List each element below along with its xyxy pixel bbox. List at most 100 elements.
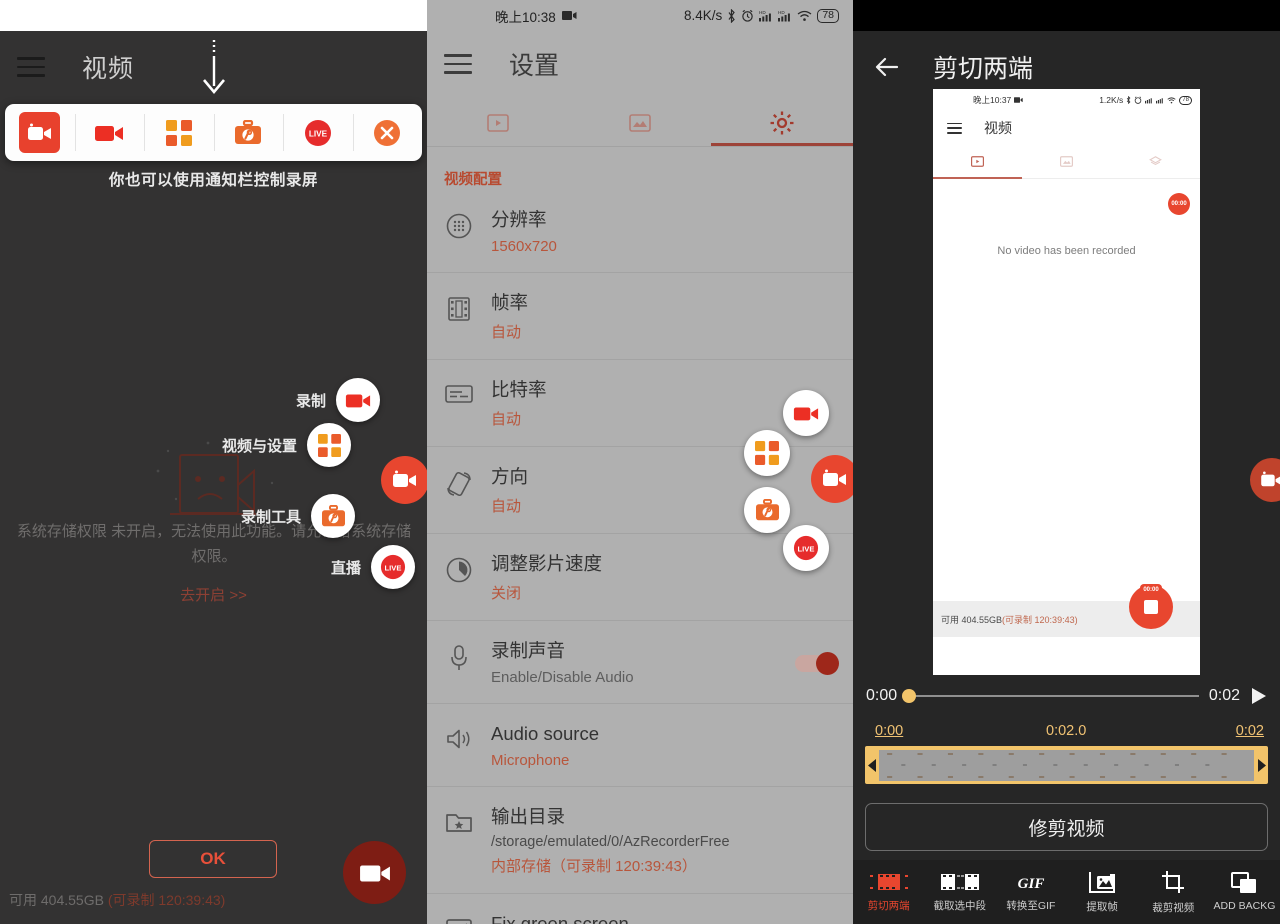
bottom-item-label: 剪切两端	[867, 899, 910, 912]
settings-tab-bar	[427, 99, 853, 147]
trim-end-label: 0:02	[1235, 723, 1264, 739]
seek-total-time: 0:02	[1208, 687, 1240, 704]
fab-live[interactable]: 直播 LIVE	[331, 545, 416, 589]
bottom-item-add-background[interactable]: ADD BACKG	[1209, 872, 1280, 912]
setting-value: 自动	[491, 498, 522, 515]
setting-path: /storage/emulated/0/AzRecorderFree	[491, 834, 730, 850]
setting-row-output-dir[interactable]: 输出目录 /storage/emulated/0/AzRecorderFree …	[427, 787, 853, 894]
fab-live[interactable]: LIVE	[783, 525, 829, 571]
seek-knob[interactable]	[902, 689, 917, 703]
play-icon[interactable]	[1250, 687, 1268, 705]
setting-row-audio-source[interactable]: Audio source Microphone	[427, 704, 853, 787]
storage-status: 可用 404.55GB (可录制 120:39:43)	[9, 890, 225, 910]
toolbox-icon	[311, 494, 356, 538]
preview-appbar: 视频	[933, 111, 1200, 145]
bottom-item-gif[interactable]: GIF 转换至GIF	[995, 872, 1066, 913]
preview-storage-available: 可用 404.55GB	[941, 614, 1003, 625]
record-audio-toggle[interactable]	[795, 652, 839, 675]
toolbox-icon	[235, 119, 262, 144]
recording-indicator-icon	[1014, 97, 1023, 103]
signal-icon	[1156, 98, 1164, 104]
preview-body: No video has been recorded 00:00 可用 404.…	[933, 179, 1200, 637]
screenshot-stage: 视频 LIVE 你也可以使用通知栏控制录屏 系统存储权限 未开启，无法使用此功能…	[0, 0, 1280, 924]
battery-indicator: 78	[817, 8, 839, 23]
ok-button[interactable]: OK	[149, 840, 277, 878]
tab-image[interactable]	[569, 99, 711, 146]
tab-settings	[1111, 145, 1200, 178]
panel-recorder-home: 视频 LIVE 你也可以使用通知栏控制录屏 系统存储权限 未开启，无法使用此功能…	[0, 0, 427, 924]
video-camera-icon	[359, 865, 390, 882]
arrow-left-icon[interactable]	[873, 53, 901, 81]
toolbar-item-apps[interactable]	[144, 104, 214, 161]
stop-record-button: 00:00	[1129, 584, 1173, 629]
trim-left-handle[interactable]	[865, 758, 879, 772]
tab-settings[interactable]	[711, 99, 853, 146]
trim-video-button[interactable]: 修剪视频	[865, 803, 1268, 851]
status-bar: 晚上10:38 8.4K/s HD HD 78	[427, 0, 853, 31]
setting-title: Fix green screen	[491, 913, 629, 924]
page-title: 剪切两端	[933, 55, 1034, 83]
fab-video-settings[interactable]	[744, 430, 790, 476]
setting-title: 帧率	[491, 292, 529, 313]
speaker-icon	[427, 721, 491, 751]
fab-record-label: 录制	[296, 392, 327, 410]
fab-video-settings[interactable]: 视频与设置	[222, 423, 352, 467]
toolbar-item-close[interactable]	[352, 104, 423, 161]
setting-row-record-audio[interactable]: 录制声音 Enable/Disable Audio	[427, 621, 853, 704]
tab-video[interactable]	[427, 99, 569, 146]
grid-apps-icon	[165, 119, 192, 146]
setting-row-fix-green-screen[interactable]: Fix green screen 开启该项以修复视频颜色反转问题	[427, 894, 853, 924]
video-frame-icon	[971, 156, 984, 167]
video-camera-icon	[95, 125, 124, 141]
seek-current-time: 0:00	[866, 687, 898, 704]
seek-track[interactable]	[902, 689, 1199, 703]
record-screen-icon	[393, 470, 416, 487]
main-record-fab[interactable]	[381, 456, 427, 504]
section-title-video-config: 视频配置	[444, 172, 502, 188]
hamburger-menu-icon[interactable]	[444, 54, 472, 74]
fab-record[interactable]: 录制	[296, 378, 381, 422]
record-screen-icon	[27, 123, 51, 140]
preview-status-bar: 晚上10:37 1.2K/s 78	[933, 89, 1200, 111]
setting-row-orientation[interactable]: 方向 自动	[427, 447, 853, 534]
bottom-item-label: 截取选中段	[933, 899, 987, 912]
seek-bar[interactable]: 0:00 0:02	[853, 683, 1280, 709]
trim-right-handle[interactable]	[1254, 758, 1268, 772]
bottom-item-label: 转换至GIF	[1006, 899, 1056, 912]
live-icon: LIVE	[793, 535, 819, 561]
fab-record-tools[interactable]	[744, 487, 790, 533]
toolbar-item-camera[interactable]	[74, 104, 145, 161]
setting-title: 输出目录	[491, 806, 566, 827]
editor-bottom-toolbar: 剪切两端 截取选中段 GIF 转换至GIF 提取帧 裁剪视频 ADD BACKG	[853, 860, 1280, 924]
main-record-fab[interactable]	[811, 455, 853, 503]
fab-record[interactable]	[783, 390, 829, 436]
setting-title: 方向	[491, 466, 529, 487]
edge-record-fab[interactable]	[1250, 458, 1280, 502]
bottom-item-trim-ends[interactable]: 剪切两端	[853, 872, 924, 913]
bottom-item-label: 提取帧	[1086, 900, 1118, 913]
crop-icon	[1162, 870, 1185, 893]
top-black-strip	[853, 0, 1280, 31]
live-icon: LIVE	[304, 119, 331, 146]
record-fab-bottom[interactable]	[343, 841, 406, 904]
svg-text:LIVE: LIVE	[309, 129, 328, 138]
toolbar-item-record-screen[interactable]	[5, 104, 75, 161]
floating-control-toolbar[interactable]: LIVE	[5, 104, 422, 161]
hamburger-menu-icon[interactable]	[17, 57, 45, 77]
fab-record-tools[interactable]: 录制工具	[241, 494, 356, 538]
record-screen-icon	[823, 469, 846, 486]
trim-range-slider[interactable]	[865, 746, 1268, 784]
setting-row-resolution[interactable]: 分辨率 1560x720	[427, 190, 853, 273]
signal-hd-icon: HD	[759, 10, 772, 22]
dotted-down-arrow-icon	[203, 40, 225, 95]
bottom-item-extract-frame[interactable]: 提取帧	[1067, 871, 1138, 914]
trim-film-strip	[879, 749, 1254, 781]
grid-apps-icon	[307, 423, 352, 467]
trim-time-labels: 0:00 0:02.0 0:02	[853, 723, 1280, 745]
setting-row-framerate[interactable]: 帧率 自动	[427, 273, 853, 360]
toolbar-item-live[interactable]: LIVE	[283, 104, 353, 161]
bottom-item-crop[interactable]: 裁剪视频	[1138, 870, 1209, 915]
bottom-item-cut-middle[interactable]: 截取选中段	[924, 872, 995, 913]
trim-ends-icon	[869, 873, 908, 890]
toolbar-item-toolbox[interactable]	[213, 104, 284, 161]
